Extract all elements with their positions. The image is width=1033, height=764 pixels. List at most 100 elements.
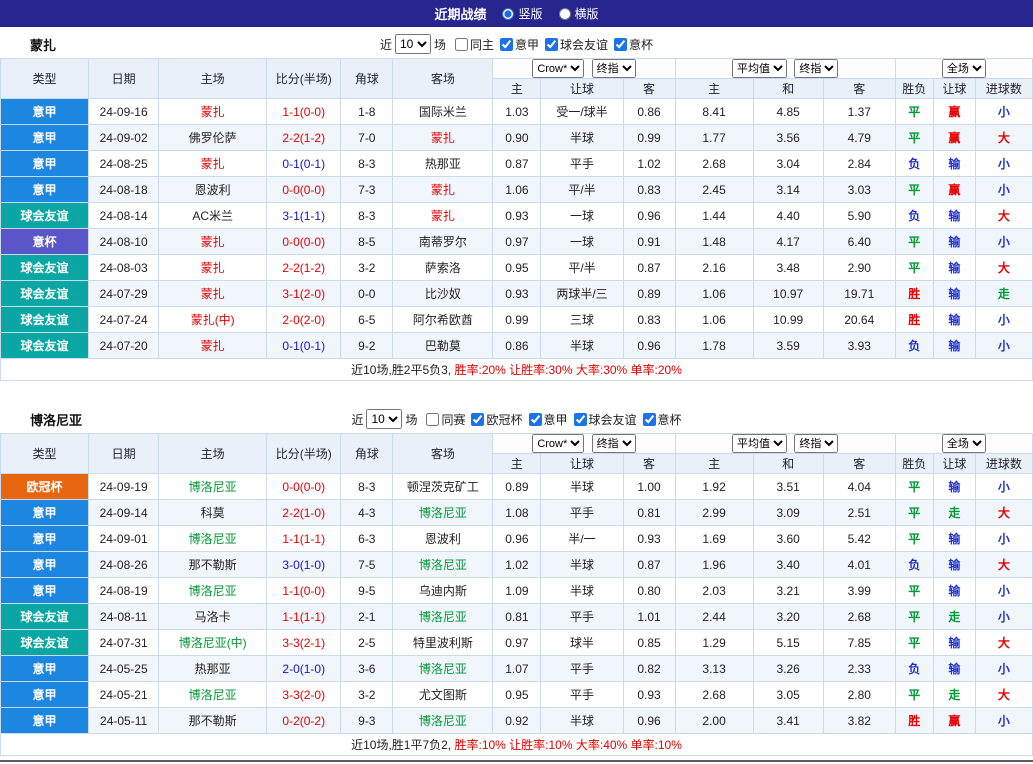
- match-row: 意甲 24-09-14 科莫 2-2(1-0) 4-3 博洛尼亚 1.08 平手 0.81 2.9…: [0, 499, 1033, 526]
- match-date: 24-05-21: [88, 681, 160, 708]
- match-type-badge: 意甲: [0, 98, 90, 125]
- checkbox-input[interactable]: [454, 37, 468, 51]
- match-score: 0-0(0-0): [266, 176, 342, 203]
- match-score: 2-2(1-0): [266, 499, 342, 526]
- result-handicap: 输: [932, 551, 976, 578]
- filter-checkbox-球会友谊[interactable]: 球会友谊: [545, 36, 608, 53]
- checkbox-input[interactable]: [471, 412, 485, 426]
- scope-select[interactable]: 全场: [941, 434, 986, 453]
- checkbox-label: 同主: [469, 37, 494, 52]
- away-team-name: 恩波利: [392, 525, 494, 552]
- match-row: 球会友谊 24-08-03 蒙扎 2-2(1-2) 3-2 萨索洛 0.95 平/半 0.87 2…: [0, 254, 1033, 281]
- handicap-line: 平手: [540, 150, 624, 177]
- corner-score: 7-3: [340, 176, 394, 203]
- col-odds-away: 客: [622, 78, 676, 99]
- handicap-odds-away: 0.89: [622, 280, 676, 307]
- corner-score: 7-5: [340, 551, 394, 578]
- match-date: 24-07-29: [88, 280, 160, 307]
- result-goals: 大: [974, 124, 1033, 151]
- odds-stage-select[interactable]: 终指: [591, 434, 636, 453]
- result-goals: 大: [974, 499, 1033, 526]
- handicap-odds-home: 1.07: [492, 655, 542, 682]
- avg-odds-draw: 3.14: [752, 176, 824, 203]
- match-score: 0-1(0-1): [266, 332, 342, 359]
- handicap-odds-away: 0.87: [622, 551, 676, 578]
- horizontal-radio[interactable]: [558, 7, 571, 20]
- avg-odds-home: 1.29: [674, 629, 754, 656]
- col-avg-away: 客: [822, 453, 896, 474]
- odds-stage-select[interactable]: 终指: [591, 59, 636, 78]
- handicap-line: 半球: [540, 707, 624, 734]
- filter-controls: 近 10 场 同赛 欧冠杯 意甲 球会友谊 意杯: [351, 409, 682, 429]
- result-wdl: 负: [894, 202, 934, 229]
- avg-odds-home: 2.16: [674, 254, 754, 281]
- away-team-name: 博洛尼亚: [392, 499, 494, 526]
- checkbox-input[interactable]: [528, 412, 542, 426]
- filter-checkbox-同主[interactable]: 同主: [454, 36, 494, 53]
- summary-row: 近10场,胜1平7负2, 胜率:10% 让胜率:10% 大率:40% 单率:10…: [0, 733, 1033, 756]
- col-result-goals: 进球数: [974, 78, 1033, 99]
- avg-odds-away: 3.99: [822, 577, 896, 604]
- avg-odds-draw: 3.56: [752, 124, 824, 151]
- result-wdl: 平: [894, 98, 934, 125]
- scope-select[interactable]: 全场: [941, 59, 986, 78]
- match-date: 24-07-31: [88, 629, 160, 656]
- col-avg-draw: 和: [752, 78, 824, 99]
- filter-checkbox-意杯[interactable]: 意杯: [614, 36, 653, 53]
- filter-row: 蒙扎 近 10 场 同主 意甲 球会友谊 意杯: [0, 30, 1033, 58]
- filter-checkbox-意甲[interactable]: 意甲: [500, 36, 539, 53]
- away-team-name: 热那亚: [392, 150, 494, 177]
- checkbox-input[interactable]: [642, 412, 656, 426]
- filter-controls: 近 10 场 同主 意甲 球会友谊 意杯: [380, 34, 653, 54]
- corner-score: 6-5: [340, 306, 394, 333]
- match-row: 意甲 24-09-16 蒙扎 1-1(0-0) 1-8 国际米兰 1.03 受一/球半 0.86…: [0, 98, 1033, 125]
- avg-source-select[interactable]: 平均值: [732, 434, 787, 453]
- col-odds-home: 主: [492, 453, 542, 474]
- result-goals: 小: [974, 603, 1033, 630]
- match-count-select[interactable]: 10: [366, 409, 403, 429]
- result-wdl: 胜: [894, 707, 934, 734]
- checkbox-input[interactable]: [614, 37, 628, 51]
- result-wdl: 平: [894, 228, 934, 255]
- checkbox-input[interactable]: [500, 37, 513, 51]
- filter-checkbox-同赛[interactable]: 同赛: [426, 411, 465, 428]
- avg-stage-select[interactable]: 终指: [794, 59, 839, 78]
- result-goals: 小: [974, 655, 1033, 682]
- match-row: 意甲 24-08-19 博洛尼亚 1-1(0-0) 9-5 乌迪内斯 1.09 半球 0.80 2…: [0, 577, 1033, 604]
- checkbox-input[interactable]: [426, 412, 440, 426]
- match-count-select[interactable]: 10: [394, 34, 431, 54]
- avg-odds-home: 1.77: [674, 124, 754, 151]
- avg-stage-select[interactable]: 终指: [794, 434, 839, 453]
- layout-mode-vertical[interactable]: 竖版: [502, 5, 543, 22]
- match-type-badge: 意杯: [0, 228, 90, 255]
- match-row: 意甲 24-08-26 那不勒斯 3-0(1-0) 7-5 博洛尼亚 1.02 半球 0.87 1…: [0, 551, 1033, 578]
- result-handicap: 赢: [932, 124, 976, 151]
- match-score: 3-3(2-1): [266, 629, 342, 656]
- result-goals: 小: [974, 332, 1033, 359]
- odds-source-select[interactable]: Crow*: [532, 59, 585, 78]
- checkbox-input[interactable]: [573, 412, 587, 426]
- odds-source-select[interactable]: Crow*: [532, 434, 585, 453]
- avg-odds-home: 2.68: [674, 681, 754, 708]
- layout-mode-horizontal[interactable]: 横版: [558, 5, 599, 22]
- scope-group: 全场: [894, 433, 1033, 454]
- filter-checkbox-意杯[interactable]: 意杯: [642, 411, 682, 428]
- away-team-name: 萨索洛: [392, 254, 494, 281]
- match-score: 0-1(0-1): [266, 150, 342, 177]
- avg-source-select[interactable]: 平均值: [732, 59, 787, 78]
- result-handicap: 输: [932, 655, 976, 682]
- filter-checkbox-欧冠杯[interactable]: 欧冠杯: [471, 411, 523, 428]
- filter-checkbox-球会友谊[interactable]: 球会友谊: [573, 411, 637, 428]
- match-type-badge: 意甲: [0, 707, 90, 734]
- horizontal-radio-label: 横版: [574, 7, 599, 21]
- col-corner: 角球: [340, 58, 394, 99]
- filter-checkbox-意甲[interactable]: 意甲: [528, 411, 568, 428]
- checkbox-input[interactable]: [545, 37, 559, 51]
- result-wdl: 负: [894, 655, 934, 682]
- result-handicap: 走: [932, 603, 976, 630]
- vertical-radio[interactable]: [502, 7, 515, 20]
- handicap-line: 平手: [540, 499, 624, 526]
- handicap-odds-away: 0.85: [622, 629, 676, 656]
- result-wdl: 平: [894, 254, 934, 281]
- team-title: 蒙扎: [30, 37, 57, 53]
